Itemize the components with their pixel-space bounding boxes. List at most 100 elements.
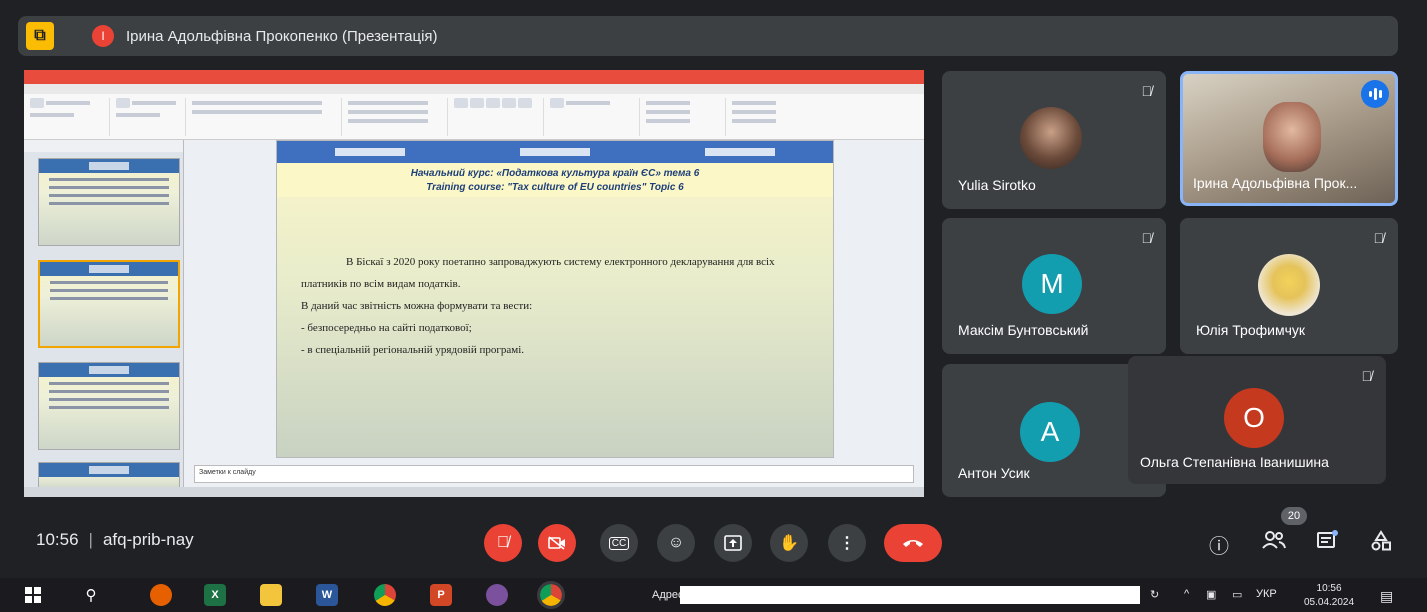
- participant-tile[interactable]: 🎙̸ M Максім Бунтовський: [942, 218, 1166, 354]
- participant-avatar: A: [1020, 402, 1080, 462]
- network-icon[interactable]: ▣: [1206, 588, 1216, 601]
- refresh-icon[interactable]: ↻: [1150, 588, 1159, 601]
- participant-tile-hovered[interactable]: 🎙̸ O Ольга Степанівна Іванишина: [1128, 356, 1386, 484]
- ribbon-group: [454, 98, 544, 136]
- raise-hand-button[interactable]: ✋: [770, 524, 808, 562]
- info-icon: ⓘ: [1209, 536, 1229, 558]
- mic-toggle-button[interactable]: 🎙̸: [484, 524, 522, 562]
- participant-tile-active-speaker[interactable]: Ірина Адольфівна Прок...: [1180, 71, 1398, 206]
- slide-thumbnail[interactable]: [38, 362, 180, 450]
- clock-date: 05.04.2024: [1304, 597, 1355, 608]
- ribbon-group: [192, 98, 342, 136]
- present-button[interactable]: [714, 524, 752, 562]
- notifications-icon[interactable]: ▤: [1380, 588, 1393, 605]
- participant-photo: [1020, 107, 1082, 169]
- participant-video: [1263, 102, 1321, 172]
- firefox-icon[interactable]: [150, 584, 172, 606]
- speaking-indicator-icon: [1361, 80, 1389, 108]
- ribbon-group: [30, 98, 110, 136]
- presenter-label: Ірина Адольфівна Прокопенко (Презентація…: [126, 27, 438, 45]
- word-icon[interactable]: W: [316, 584, 338, 606]
- chat-icon: [1317, 530, 1338, 548]
- slide-body: В Біскаї з 2020 року поетапно запроваджу…: [301, 251, 811, 361]
- slide-thumbnail-selected[interactable]: [38, 260, 180, 348]
- address-label: Адрес: [652, 589, 684, 601]
- ribbon-group: [646, 98, 726, 136]
- powerpoint-title-bar: [24, 70, 924, 84]
- excel-icon[interactable]: X: [204, 584, 226, 606]
- end-call-button[interactable]: [884, 524, 942, 562]
- ribbon-group: [550, 98, 640, 136]
- emoji-icon: ☺: [667, 534, 685, 551]
- participant-name: Юлія Трофимчук: [1196, 322, 1305, 338]
- meeting-time: 10:56: [36, 530, 79, 549]
- language-indicator[interactable]: УКР: [1256, 588, 1277, 600]
- ribbon-tabs: [24, 84, 924, 94]
- slide-paragraph: В даний час звітність можна формувати та…: [301, 300, 533, 312]
- powerpoint-ribbon: [24, 84, 924, 140]
- chrome-active-icon[interactable]: [537, 581, 565, 609]
- camera-toggle-button[interactable]: [538, 524, 576, 562]
- emoji-button[interactable]: ☺: [657, 524, 695, 562]
- more-vert-icon: ⋮: [839, 535, 855, 552]
- participant-name: Максім Бунтовський: [958, 322, 1089, 338]
- participant-tile[interactable]: 🎙̸ Юлія Трофимчук: [1180, 218, 1398, 354]
- raise-hand-icon: ✋: [779, 535, 799, 552]
- presenter-avatar: І: [92, 25, 114, 47]
- mic-off-icon: 🎙̸: [497, 534, 509, 551]
- captions-icon: CC: [608, 536, 630, 550]
- mic-off-icon: 🎙̸: [1373, 230, 1385, 246]
- more-options-button[interactable]: ⋮: [828, 524, 866, 562]
- activities-button[interactable]: [1370, 530, 1392, 558]
- battery-icon[interactable]: ▭: [1232, 588, 1242, 601]
- participant-name: Yulia Sirotko: [958, 177, 1036, 193]
- powerpoint-status-bar: [24, 487, 924, 497]
- slide-thumbnail[interactable]: [38, 158, 180, 246]
- participant-name: Ірина Адольфівна Прок...: [1193, 175, 1358, 191]
- thumbnail-tabs: [24, 140, 183, 152]
- captions-button[interactable]: CC: [600, 524, 638, 562]
- participant-tile[interactable]: 🎙̸ Yulia Sirotko: [942, 71, 1166, 209]
- powerpoint-icon[interactable]: P: [430, 584, 452, 606]
- slide-notes-field[interactable]: Заметки к слайду: [194, 465, 914, 483]
- meeting-details-button[interactable]: ⓘ: [1209, 530, 1229, 559]
- chrome-icon[interactable]: [374, 584, 396, 606]
- ribbon-group: [116, 98, 186, 136]
- slide-heading: Начальний курс: «Податкова культура краї…: [277, 163, 833, 197]
- presentation-icon[interactable]: ⧉: [26, 22, 54, 50]
- slide-paragraph: В Біскаї з 2020 року поетапно запроваджу…: [301, 256, 775, 290]
- ribbon-group: [732, 98, 802, 136]
- activities-icon: [1371, 530, 1391, 551]
- meeting-code: afq-prib-nay: [102, 530, 194, 549]
- people-button[interactable]: [1262, 530, 1286, 556]
- slide-bullet: - в спеціальній регіональній урядовій пр…: [301, 344, 525, 356]
- presenter-bar: ⧉ І Ірина Адольфівна Прокопенко (Презент…: [18, 16, 1398, 56]
- present-icon: [724, 535, 742, 551]
- meeting-info-separator: |: [88, 530, 93, 549]
- slide-bullet: - безпосередньо на сайті податкової;: [301, 322, 472, 334]
- slide-logo-band: [277, 141, 833, 163]
- chat-button[interactable]: [1316, 530, 1338, 558]
- viber-icon[interactable]: [486, 584, 508, 606]
- mic-off-icon: 🎙̸: [1141, 83, 1153, 99]
- slide-heading-line1: Начальний курс: «Податкова культура краї…: [410, 168, 700, 179]
- current-slide: Начальний курс: «Податкова культура краї…: [276, 140, 834, 458]
- mic-off-icon: 🎙̸: [1361, 368, 1373, 384]
- camera-off-icon: [548, 536, 565, 550]
- participant-count-badge: 20: [1281, 507, 1307, 525]
- tray-chevron-icon[interactable]: ^: [1184, 588, 1189, 600]
- people-icon: [1262, 531, 1286, 549]
- participant-avatar: M: [1022, 254, 1082, 314]
- participant-photo: [1258, 254, 1320, 316]
- file-explorer-icon[interactable]: [260, 584, 282, 606]
- system-clock[interactable]: 10:56 05.04.2024: [1304, 582, 1354, 610]
- slide-thumbnails-panel: [24, 140, 184, 497]
- end-call-icon: [903, 540, 923, 547]
- search-icon[interactable]: ⚲: [80, 584, 102, 606]
- address-input[interactable]: [680, 586, 1140, 604]
- clock-time: 10:56: [1316, 583, 1342, 594]
- participant-name: Ольга Степанівна Іванишина: [1140, 454, 1329, 470]
- ribbon-group: [348, 98, 448, 136]
- meeting-info: 10:56 | afq-prib-nay: [36, 530, 194, 550]
- windows-start-icon[interactable]: [22, 584, 44, 606]
